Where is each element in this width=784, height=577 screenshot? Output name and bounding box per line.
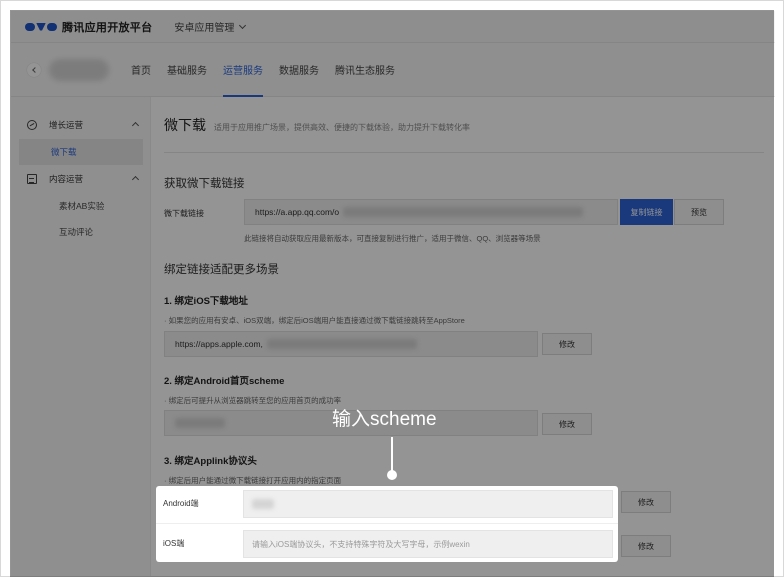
link-note: 此链接将自动获取应用最新版本，可直接复制进行推广，适用于微信、QQ、浏览器等场景 (244, 234, 541, 243)
nav-tab-data-services[interactable]: 数据服务 (279, 43, 319, 97)
sidebar-item-ab-test[interactable]: 素材AB实验 (19, 193, 143, 219)
top-bar: 腾讯应用开放平台 安卓应用管理 (11, 11, 775, 43)
applink-ios-row: iOS端 请输入iOS端协议头，不支持特殊字符及大写字母，示例wexin (156, 526, 618, 562)
section-title-bind: 绑定链接适配更多场景 (164, 264, 279, 276)
chevron-up-icon (131, 121, 140, 130)
micro-download-link-field[interactable]: https://a.app.qq.com/o (244, 199, 618, 225)
platform-selector-label: 安卓应用管理 (174, 23, 235, 34)
sidebar-item-comments[interactable]: 互动评论 (19, 219, 143, 245)
link-label: 微下载链接 (164, 209, 204, 218)
chevron-down-icon (239, 21, 247, 29)
applink-ios-label: iOS端 (163, 539, 185, 548)
nav-tab-basic-services[interactable]: 基础服务 (167, 43, 207, 97)
redacted-value (252, 499, 274, 509)
applink-highlight-panel: Android端 iOS端 请输入iOS端协议头，不支持特殊字符及大写字母，示例… (156, 486, 618, 562)
applink-bind-note: · 绑定后用户能通过微下载链接打开应用内的指定页面 (164, 476, 342, 485)
sidebar-group-growth[interactable]: 增长运营 (11, 111, 150, 139)
sidebar-group-content[interactable]: 内容运营 (11, 165, 150, 193)
android-bind-title: 2. 绑定Android首页scheme (164, 376, 285, 387)
applink-android-row: Android端 (156, 486, 618, 522)
back-button[interactable] (27, 62, 41, 77)
nav-tab-home[interactable]: 首页 (131, 43, 151, 97)
link-value: https://a.app.qq.com/o (255, 207, 340, 217)
chevron-left-icon (32, 66, 38, 73)
divider (156, 523, 618, 524)
applink-android-input[interactable] (243, 490, 613, 518)
preview-button[interactable]: 预览 (674, 199, 724, 225)
sidebar-item-micro-download[interactable]: 微下载 (19, 139, 143, 165)
ios-bind-title: 1. 绑定iOS下载地址 (164, 296, 248, 307)
divider (164, 152, 764, 153)
callout-dot (387, 470, 397, 480)
nav-tab-ecosystem-services[interactable]: 腾讯生态服务 (335, 43, 395, 97)
edit-ios-button[interactable]: 修改 (542, 333, 592, 355)
chevron-up-icon (131, 175, 140, 184)
redacted-value (343, 207, 584, 217)
copy-link-button[interactable]: 复制链接 (620, 199, 673, 225)
applink-bind-title: 3. 绑定Applink协议头 (164, 456, 257, 467)
edit-android-button[interactable]: 修改 (542, 413, 592, 435)
sidebar-group-label: 增长运营 (49, 120, 84, 130)
ios-bind-note: · 如果您的应用有安卓、iOS双端，绑定后iOS端用户能直接通过微下载链接跳转至… (164, 316, 465, 325)
brand-logo-icon (25, 22, 57, 31)
sidebar: 增长运营 微下载 内容运营 素材AB实验 互动评论 (11, 97, 151, 576)
document-icon (27, 174, 37, 184)
applink-ios-input[interactable]: 请输入iOS端协议头，不支持特殊字符及大写字母，示例wexin (243, 530, 613, 558)
ios-url-field[interactable]: https://apps.apple.com, (164, 331, 538, 357)
platform-selector[interactable]: 安卓应用管理 (174, 19, 247, 34)
redacted-value (175, 418, 225, 428)
nav-tab-operation-services[interactable]: 运营服务 (223, 43, 263, 97)
callout-line (391, 437, 393, 473)
android-bind-note: · 绑定后可提升从浏览器跳转至您的应用首页的成功率 (164, 396, 342, 405)
page-title: 微下载 (164, 117, 206, 133)
ios-url-value: https://apps.apple.com, (175, 339, 263, 349)
edit-applink-ios-button[interactable]: 修改 (621, 535, 671, 557)
brand-name: 腾讯应用开放平台 (62, 21, 153, 34)
applink-android-label: Android端 (163, 499, 199, 508)
redacted-value (266, 339, 417, 349)
trend-icon (27, 120, 37, 130)
app-avatar (49, 58, 109, 81)
callout-label: 输入scheme (332, 409, 437, 430)
sidebar-group-label: 内容运营 (49, 174, 84, 184)
section-title-get-link: 获取微下载链接 (164, 178, 245, 190)
main-nav: 首页 基础服务 运营服务 数据服务 腾讯生态服务 (11, 43, 775, 97)
edit-applink-android-button[interactable]: 修改 (621, 491, 671, 513)
page-description: 适用于应用推广场景，提供高效、便捷的下载体验，助力提升下载转化率 (214, 123, 470, 132)
